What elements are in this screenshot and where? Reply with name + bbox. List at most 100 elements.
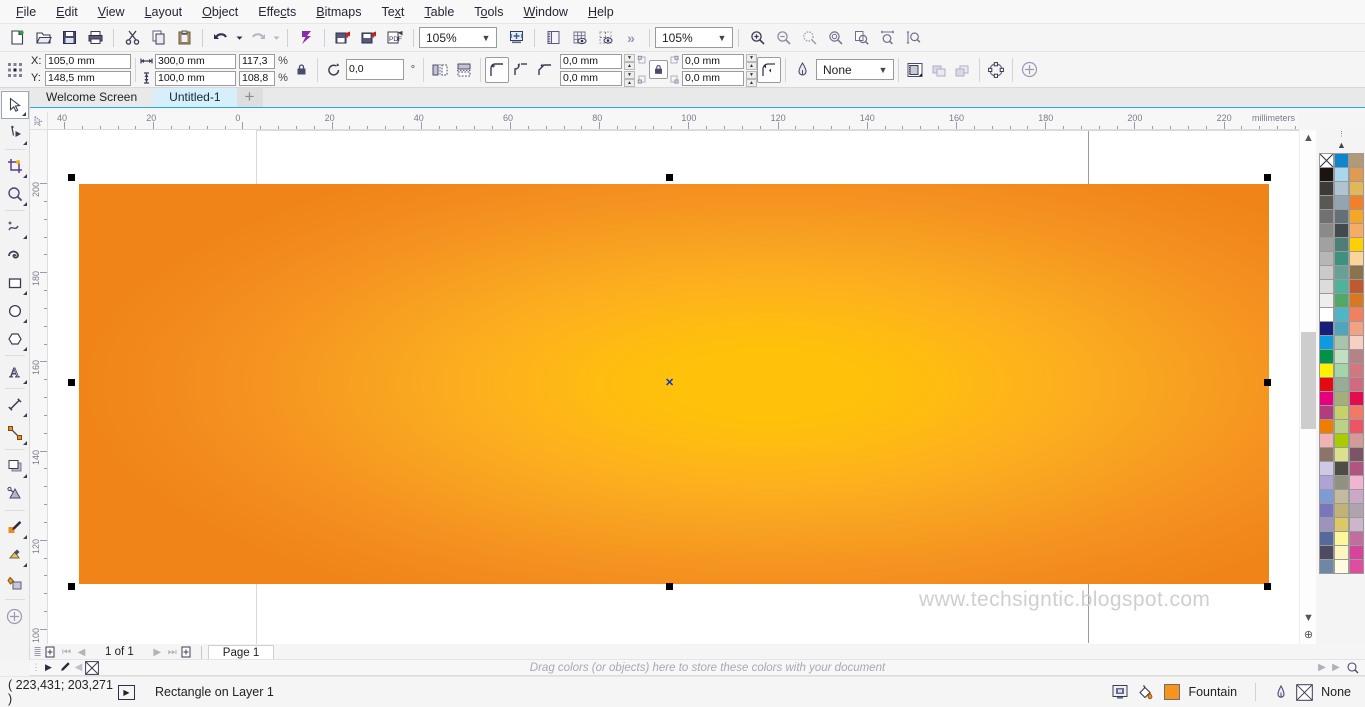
color-swatch[interactable] [1349, 335, 1364, 350]
selection-handle-bc[interactable] [666, 583, 673, 590]
color-swatch[interactable] [1319, 265, 1334, 280]
color-swatch[interactable] [1334, 391, 1349, 406]
selection-handle-ml[interactable] [68, 379, 75, 386]
flyout-arrow-icon[interactable] [23, 380, 27, 384]
eyedropper-icon[interactable] [55, 661, 73, 674]
color-swatch[interactable] [1319, 335, 1334, 350]
color-swatch[interactable] [1349, 503, 1364, 518]
undo-icon[interactable] [208, 26, 234, 50]
scroll-left-icon[interactable]: ◀ [73, 662, 84, 673]
color-swatch[interactable] [1349, 251, 1364, 266]
color-swatch[interactable] [1349, 447, 1364, 462]
color-swatch[interactable] [1349, 391, 1364, 406]
flyout-arrow-icon[interactable] [23, 202, 27, 206]
corner-br-spinner[interactable]: ▼▲ [746, 71, 757, 86]
color-swatch[interactable] [1349, 489, 1364, 504]
scale-height-field[interactable]: 108,8 [239, 71, 275, 86]
color-swatch[interactable] [1334, 349, 1349, 364]
corner-tl-spinner[interactable]: ▼▲ [624, 54, 635, 69]
chevron-down-icon[interactable]: ▼ [478, 33, 494, 43]
menu-item-object[interactable]: Object [192, 1, 248, 23]
color-swatch[interactable] [1349, 293, 1364, 308]
flyout-arrow-icon[interactable] [23, 474, 27, 478]
new-document-tab-button[interactable]: + [237, 88, 263, 107]
corner-radius-tl-field[interactable]: 0,0 mm [560, 54, 622, 69]
flyout-arrow-icon[interactable] [23, 441, 27, 445]
color-swatch[interactable] [1334, 503, 1349, 518]
cut-icon[interactable] [119, 26, 145, 50]
menu-item-effects[interactable]: Effects [248, 1, 306, 23]
scroll-right-fast-icon[interactable]: ▶ [1329, 662, 1343, 673]
palette-scroll-up-icon[interactable]: ▲ [1318, 137, 1365, 153]
zoom-to-fit-icon[interactable]: ⊕ [1300, 627, 1317, 644]
corner-bl-spinner[interactable]: ▼▲ [624, 71, 635, 86]
color-swatch[interactable] [1334, 293, 1349, 308]
color-swatch[interactable] [1349, 405, 1364, 420]
color-swatch[interactable] [1334, 209, 1349, 224]
color-swatch[interactable] [1319, 223, 1334, 238]
color-swatch[interactable] [1319, 321, 1334, 336]
fill-color-swatch[interactable] [1164, 684, 1180, 700]
zoom-to-page-width-icon[interactable] [874, 26, 900, 50]
zoom-to-page-icon[interactable] [848, 26, 874, 50]
drawing-canvas[interactable]: ✕ www.techsigntic.blogspot.com [48, 130, 1299, 644]
color-swatch[interactable] [1319, 475, 1334, 490]
fill-color-icon[interactable] [1137, 684, 1156, 700]
scroll-down-icon[interactable]: ▼ [1300, 610, 1317, 627]
color-swatch[interactable] [1349, 153, 1364, 168]
corner-tr-spinner[interactable]: ▼▲ [746, 54, 757, 69]
color-swatch[interactable] [1319, 307, 1334, 322]
undo-dropdown-icon[interactable] [234, 26, 245, 50]
expand-palette-icon[interactable]: ▶ [42, 662, 55, 673]
paste-icon[interactable] [171, 26, 197, 50]
outline-pen-icon[interactable] [1274, 684, 1288, 701]
color-swatch[interactable] [1319, 209, 1334, 224]
flyout-arrow-icon[interactable] [23, 141, 27, 145]
vertical-scrollbar[interactable]: ▲ ▼ ⊕ [1299, 130, 1316, 644]
color-swatch[interactable] [1319, 531, 1334, 546]
ellipse-tool[interactable] [1, 297, 29, 325]
color-swatch[interactable] [1334, 419, 1349, 434]
flyout-arrow-icon[interactable] [23, 291, 27, 295]
chamfered-corner-icon[interactable] [533, 57, 557, 83]
color-swatch[interactable] [1319, 181, 1334, 196]
zoom-level-combo-2[interactable]: 105% ▼ [655, 27, 733, 48]
document-tab-welcome-screen[interactable]: Welcome Screen [30, 88, 153, 107]
menu-item-table[interactable]: Table [414, 1, 464, 23]
selection-handle-bl[interactable] [68, 583, 75, 590]
color-swatch[interactable] [1319, 489, 1334, 504]
search-content-icon[interactable] [293, 26, 319, 50]
transparency-tool[interactable] [1, 480, 29, 508]
palette-swatch-grid[interactable] [1319, 153, 1365, 573]
color-swatch[interactable] [1349, 321, 1364, 336]
color-swatch[interactable] [1334, 559, 1349, 574]
flyout-arrow-icon[interactable] [23, 413, 27, 417]
redo-dropdown-icon[interactable] [271, 26, 282, 50]
color-swatch[interactable] [1319, 237, 1334, 252]
chevron-down-icon[interactable]: ▼ [714, 33, 730, 43]
menu-item-bitmaps[interactable]: Bitmaps [306, 1, 371, 23]
color-swatch[interactable] [1349, 237, 1364, 252]
show-grid-icon[interactable] [566, 26, 592, 50]
color-swatch[interactable] [1349, 265, 1364, 280]
color-swatch[interactable] [1334, 475, 1349, 490]
color-swatch[interactable] [1334, 223, 1349, 238]
page-tab-1[interactable]: Page 1 [208, 645, 274, 660]
outline-color-swatch[interactable] [1296, 684, 1313, 701]
pick-tool[interactable] [1, 91, 29, 119]
color-swatch[interactable] [1349, 181, 1364, 196]
color-swatch[interactable] [1319, 503, 1334, 518]
smart-fill-tool[interactable] [1, 569, 29, 597]
color-swatch[interactable] [1349, 433, 1364, 448]
color-swatch[interactable] [1319, 251, 1334, 266]
color-swatch[interactable] [1319, 447, 1334, 462]
page-navigator-drag-handle[interactable] [30, 646, 44, 658]
freehand-tool[interactable] [1, 213, 29, 241]
color-swatch[interactable] [1319, 419, 1334, 434]
color-swatch[interactable] [1334, 195, 1349, 210]
publish-pdf-icon[interactable]: PDF [382, 26, 408, 50]
color-swatch[interactable] [1349, 475, 1364, 490]
color-swatch[interactable] [1334, 517, 1349, 532]
toolbar-overflow-button[interactable]: » [618, 26, 644, 50]
color-swatch[interactable] [1334, 251, 1349, 266]
